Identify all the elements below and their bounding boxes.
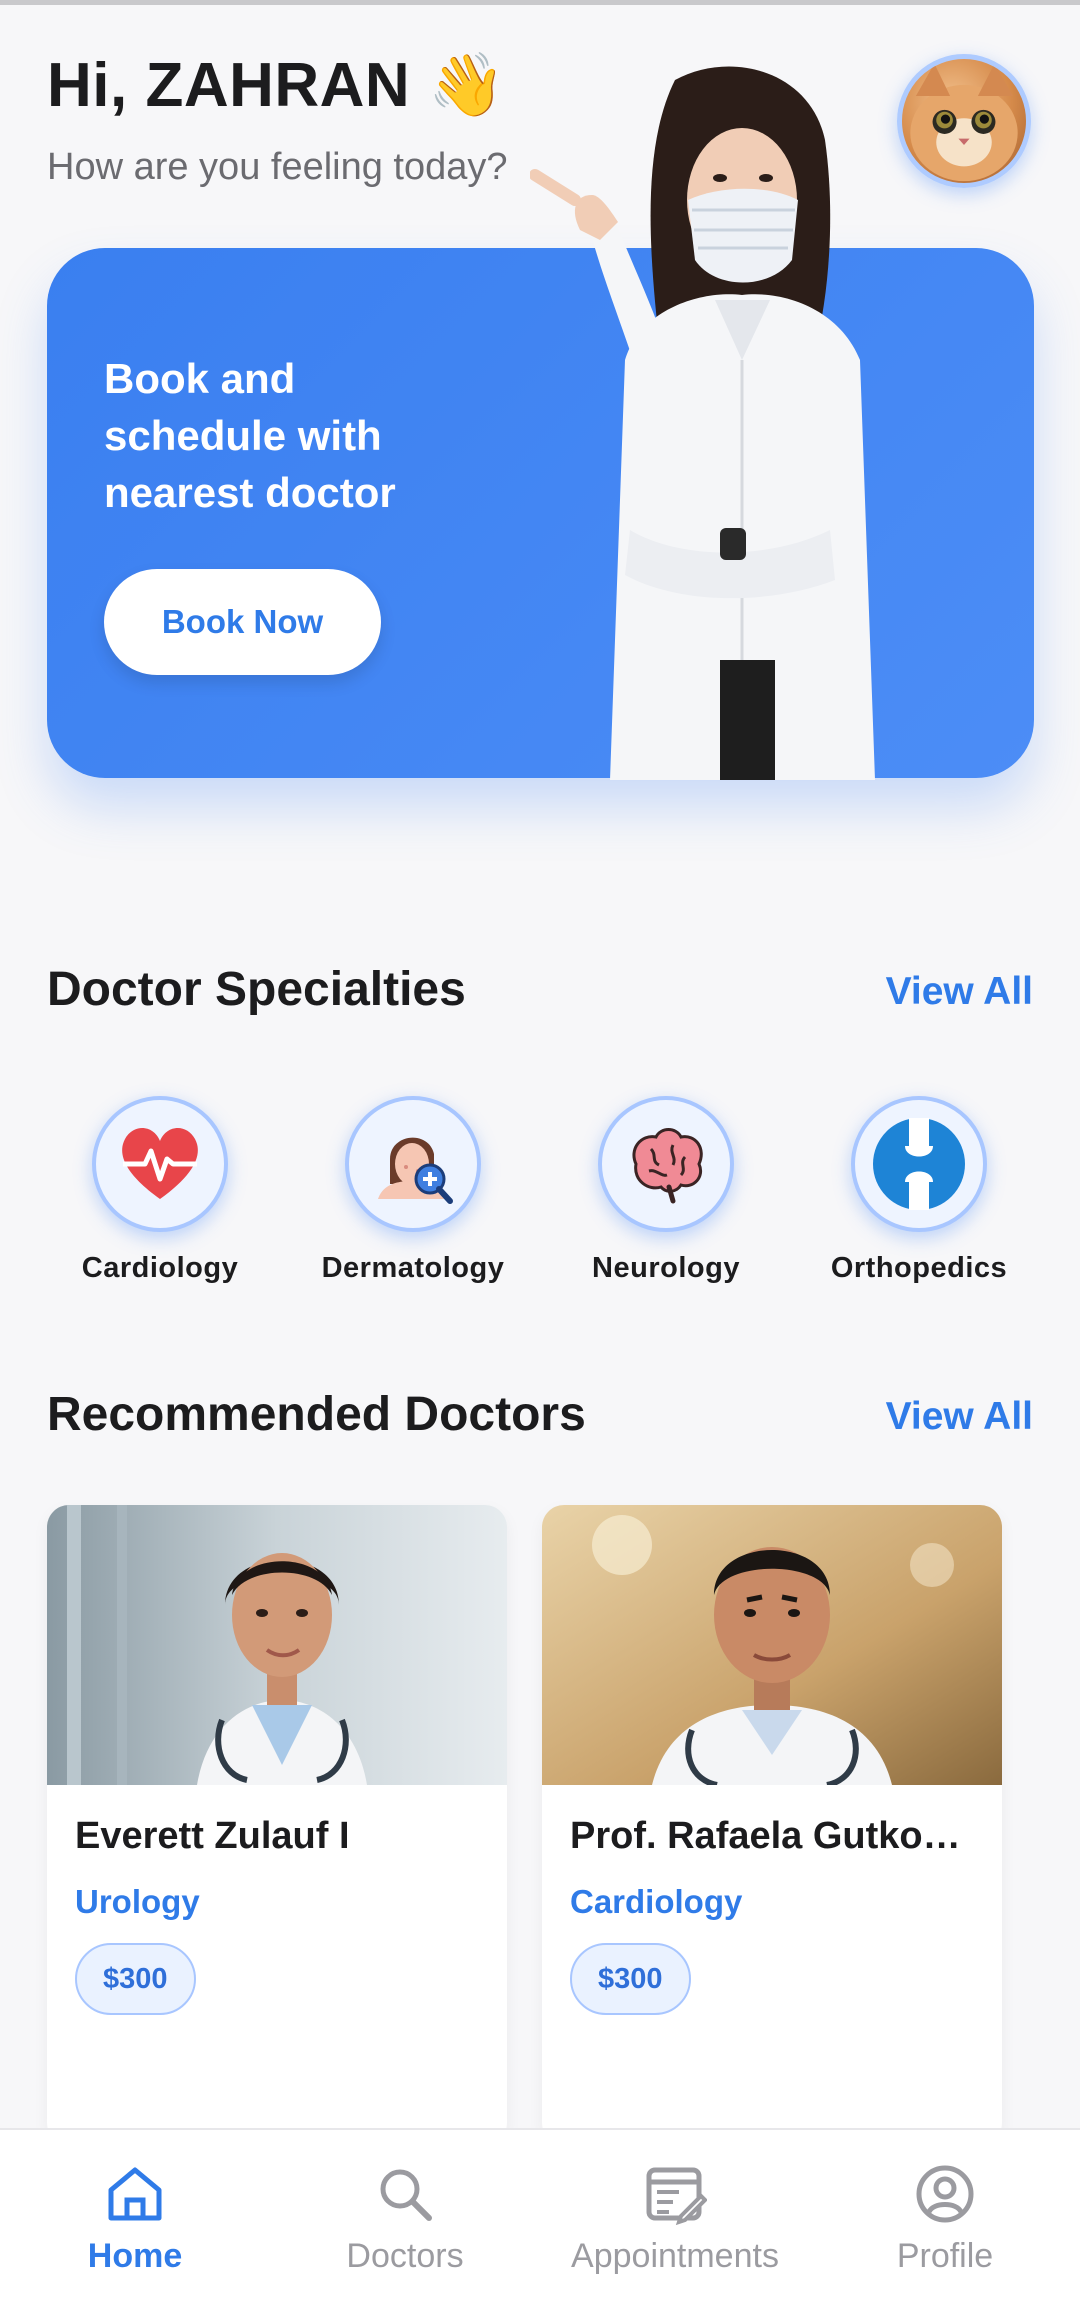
nav-label: Home <box>87 2237 183 2275</box>
nav-doctors[interactable]: Doctors <box>270 2130 540 2298</box>
bone-joint-icon <box>873 1118 965 1210</box>
bottom-navigation: Home Doctors Appointments Profile <box>0 2128 1080 2298</box>
recommended-doctors-title: Recommended Doctors <box>47 1388 586 1441</box>
nav-profile[interactable]: Profile <box>810 2130 1080 2298</box>
search-icon <box>380 2169 432 2221</box>
specialty-icon-circle <box>851 1096 987 1232</box>
nav-label: Appointments <box>571 2237 779 2275</box>
specialties-title: Doctor Specialties <box>47 963 466 1016</box>
status-divider <box>0 0 1080 5</box>
specialty-icon-circle <box>92 1096 228 1232</box>
doctor-card[interactable]: Everett Zulauf I Urology $300 <box>47 1505 507 2145</box>
specialty-neurology[interactable]: Neurology <box>571 1096 761 1285</box>
skin-magnify-icon <box>378 1137 453 1204</box>
nav-label: Profile <box>896 2237 994 2275</box>
doctor-name: Prof. Rafaela Gutko… <box>570 1815 961 1857</box>
clipboard-edit-icon <box>646 2167 708 2226</box>
doctors-view-all-link[interactable]: View All <box>886 1395 1033 1439</box>
price-badge: $300 <box>75 1943 196 2015</box>
greeting-subtitle: How are you feeling today? <box>47 146 508 188</box>
specialty-label: Orthopedics <box>830 1252 1008 1284</box>
specialty-label: Cardiology <box>81 1252 239 1284</box>
doctor-specialty: Cardiology <box>570 1883 743 1920</box>
nav-appointments[interactable]: Appointments <box>540 2130 810 2298</box>
price-badge: $300 <box>570 1943 691 2015</box>
doctor-photo <box>47 1505 507 1785</box>
doctor-card[interactable]: Prof. Rafaela Gutko… Cardiology $300 <box>542 1505 1002 2145</box>
home-icon <box>108 2167 162 2221</box>
specialties-view-all-link[interactable]: View All <box>886 970 1033 1014</box>
specialty-cardiology[interactable]: Cardiology <box>65 1096 255 1285</box>
brain-icon <box>632 1128 703 1204</box>
doctor-photo <box>542 1505 1002 1785</box>
banner-doctor-illustration <box>530 66 875 780</box>
specialty-icon-circle <box>345 1096 481 1232</box>
user-circle-icon <box>916 2165 974 2223</box>
greeting-text: Hi, ZAHRAN <box>47 50 411 120</box>
specialty-label: Neurology <box>592 1252 740 1284</box>
specialty-dermatology[interactable]: Dermatology <box>318 1096 508 1285</box>
specialty-icon-circle <box>598 1096 734 1232</box>
nav-home[interactable]: Home <box>0 2130 270 2298</box>
doctor-specialty: Urology <box>75 1883 200 1920</box>
doctor-name: Everett Zulauf I <box>75 1815 350 1857</box>
specialty-orthopedics[interactable]: Orthopedics <box>824 1096 1014 1285</box>
banner-text: Book and schedule with nearest doctor <box>104 355 396 516</box>
home-screen: Hi, ZAHRAN 👋 How are you feeling today? … <box>0 0 1080 2298</box>
nav-label: Doctors <box>346 2237 464 2275</box>
heart-pulse-icon <box>122 1127 198 1199</box>
greeting-heading: Hi, ZAHRAN 👋 <box>47 48 506 122</box>
wave-emoji: 👋 <box>428 48 506 121</box>
specialty-label: Dermatology <box>321 1252 505 1284</box>
book-now-button[interactable]: Book Now <box>104 569 381 675</box>
